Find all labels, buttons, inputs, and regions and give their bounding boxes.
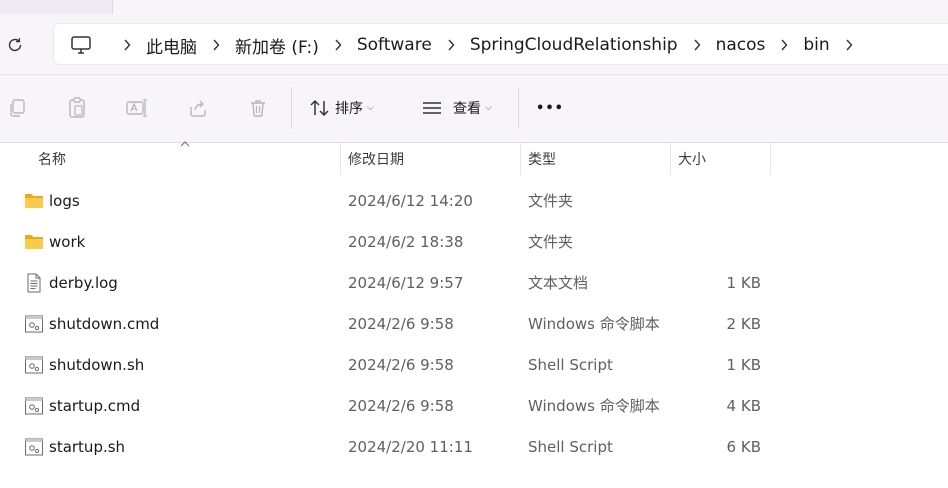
file-name: logs	[49, 192, 80, 210]
view-list-icon	[423, 102, 441, 114]
file-row[interactable]: startup.sh 2024/2/20 11:11 Shell Script …	[0, 427, 948, 468]
view-label: 查看	[453, 101, 481, 117]
column-header-row: 名称 修改日期 类型 大小	[0, 141, 948, 175]
column-resize-handle[interactable]	[770, 143, 771, 175]
file-date: 2024/6/12 9:57	[348, 274, 464, 292]
folder-icon	[25, 194, 43, 208]
rename-icon	[126, 99, 147, 117]
file-size: 1 KB	[726, 274, 761, 292]
file-name: startup.cmd	[49, 397, 141, 415]
sort-label: 排序	[335, 101, 363, 117]
chevron-down-icon: ⌵	[485, 103, 492, 113]
tab-strip	[0, 0, 948, 15]
sort-ascending-icon	[180, 141, 190, 147]
file-type: Shell Script	[528, 438, 613, 456]
refresh-icon	[8, 38, 22, 52]
trash-icon	[251, 100, 265, 117]
text-file-icon	[27, 273, 41, 293]
active-tab[interactable]	[112, 0, 948, 15]
breadcrumb-item-nacos[interactable]: nacos	[714, 35, 768, 55]
chevron-right-icon[interactable]	[327, 39, 349, 51]
address-row: 此电脑 新加卷 (F:) Software SpringCloudRelatio…	[0, 14, 948, 75]
breadcrumb-item-drive[interactable]: 新加卷 (F:)	[233, 33, 321, 58]
file-name: work	[49, 233, 86, 251]
breadcrumb: 此电脑 新加卷 (F:) Software SpringCloudRelatio…	[110, 24, 866, 66]
file-date: 2024/6/2 18:38	[348, 233, 464, 251]
file-row[interactable]: derby.log 2024/6/12 9:57 文本文档 1 KB	[0, 263, 948, 304]
column-header-size[interactable]: 大小	[678, 143, 706, 175]
file-type: Windows 命令脚本	[528, 397, 660, 415]
copy-icon	[10, 99, 25, 117]
file-row[interactable]: shutdown.cmd 2024/2/6 9:58 Windows 命令脚本 …	[0, 304, 948, 345]
chevron-down-icon: ⌵	[367, 103, 374, 113]
refresh-button[interactable]	[4, 34, 26, 56]
file-name: derby.log	[49, 274, 118, 292]
paste-button[interactable]	[64, 95, 90, 121]
chevron-right-icon[interactable]	[773, 39, 795, 51]
address-bar[interactable]: 此电脑 新加卷 (F:) Software SpringCloudRelatio…	[53, 23, 948, 65]
file-date: 2024/2/20 11:11	[348, 438, 473, 456]
share-button[interactable]	[185, 95, 211, 121]
rename-button[interactable]	[124, 95, 150, 121]
chevron-right-icon[interactable]	[116, 39, 138, 51]
clipboard-icon	[69, 97, 85, 118]
breadcrumb-item-software[interactable]: Software	[355, 35, 434, 55]
sort-button[interactable]: 排序 ⌵	[309, 95, 374, 121]
more-options-button[interactable]: •••	[536, 95, 563, 121]
script-file-icon	[25, 397, 43, 415]
file-type: Shell Script	[528, 356, 613, 374]
toolbar-divider	[518, 87, 519, 129]
script-file-icon	[25, 356, 43, 374]
file-size	[678, 181, 761, 222]
chevron-right-icon[interactable]	[838, 39, 860, 51]
file-date: 2024/2/6 9:58	[348, 397, 454, 415]
chevron-right-icon[interactable]	[686, 39, 708, 51]
file-size: 4 KB	[726, 397, 761, 415]
file-type: 文本文档	[528, 274, 589, 292]
breadcrumb-item-springcloud[interactable]: SpringCloudRelationship	[468, 35, 680, 55]
column-header-date[interactable]: 修改日期	[348, 143, 404, 175]
file-date: 2024/2/6 9:58	[348, 356, 454, 374]
file-date: 2024/2/6 9:58	[348, 315, 454, 333]
file-name: startup.sh	[49, 438, 126, 456]
file-size	[678, 222, 761, 263]
file-list: logs 2024/6/12 14:20 文件夹 work 2024/6/2 1…	[0, 181, 948, 468]
script-file-icon	[25, 315, 43, 333]
view-button[interactable]: 查看 ⌵	[421, 95, 492, 121]
breadcrumb-item-this-pc[interactable]: 此电脑	[144, 33, 199, 58]
this-pc-icon	[71, 36, 91, 54]
file-size: 6 KB	[726, 438, 761, 456]
file-type: 文件夹	[528, 192, 574, 210]
column-resize-handle[interactable]	[670, 143, 671, 175]
share-icon	[190, 100, 206, 117]
delete-button[interactable]	[245, 95, 271, 121]
file-row[interactable]: shutdown.sh 2024/2/6 9:58 Shell Script 1…	[0, 345, 948, 386]
script-file-icon	[25, 438, 43, 456]
column-header-name[interactable]: 名称	[38, 143, 66, 175]
chevron-right-icon[interactable]	[440, 39, 462, 51]
file-row[interactable]: logs 2024/6/12 14:20 文件夹	[0, 181, 948, 222]
file-row[interactable]: startup.cmd 2024/2/6 9:58 Windows 命令脚本 4…	[0, 386, 948, 427]
file-size: 2 KB	[726, 315, 761, 333]
file-type: 文件夹	[528, 233, 574, 251]
column-header-type[interactable]: 类型	[528, 143, 556, 175]
file-size: 1 KB	[726, 356, 761, 374]
breadcrumb-item-bin[interactable]: bin	[801, 35, 831, 55]
file-row[interactable]: work 2024/6/2 18:38 文件夹	[0, 222, 948, 263]
folder-icon	[25, 235, 43, 249]
file-type: Windows 命令脚本	[528, 315, 660, 333]
file-date: 2024/6/12 14:20	[348, 192, 473, 210]
file-name: shutdown.cmd	[49, 315, 160, 333]
column-resize-handle[interactable]	[340, 143, 341, 175]
toolbar-divider	[291, 87, 292, 129]
sort-icon	[310, 99, 329, 117]
column-resize-handle[interactable]	[520, 143, 521, 175]
chevron-right-icon[interactable]	[205, 39, 227, 51]
command-bar: 排序 ⌵ 查看 ⌵ •••	[0, 75, 948, 143]
copy-button[interactable]	[4, 95, 30, 121]
file-name: shutdown.sh	[49, 356, 145, 374]
